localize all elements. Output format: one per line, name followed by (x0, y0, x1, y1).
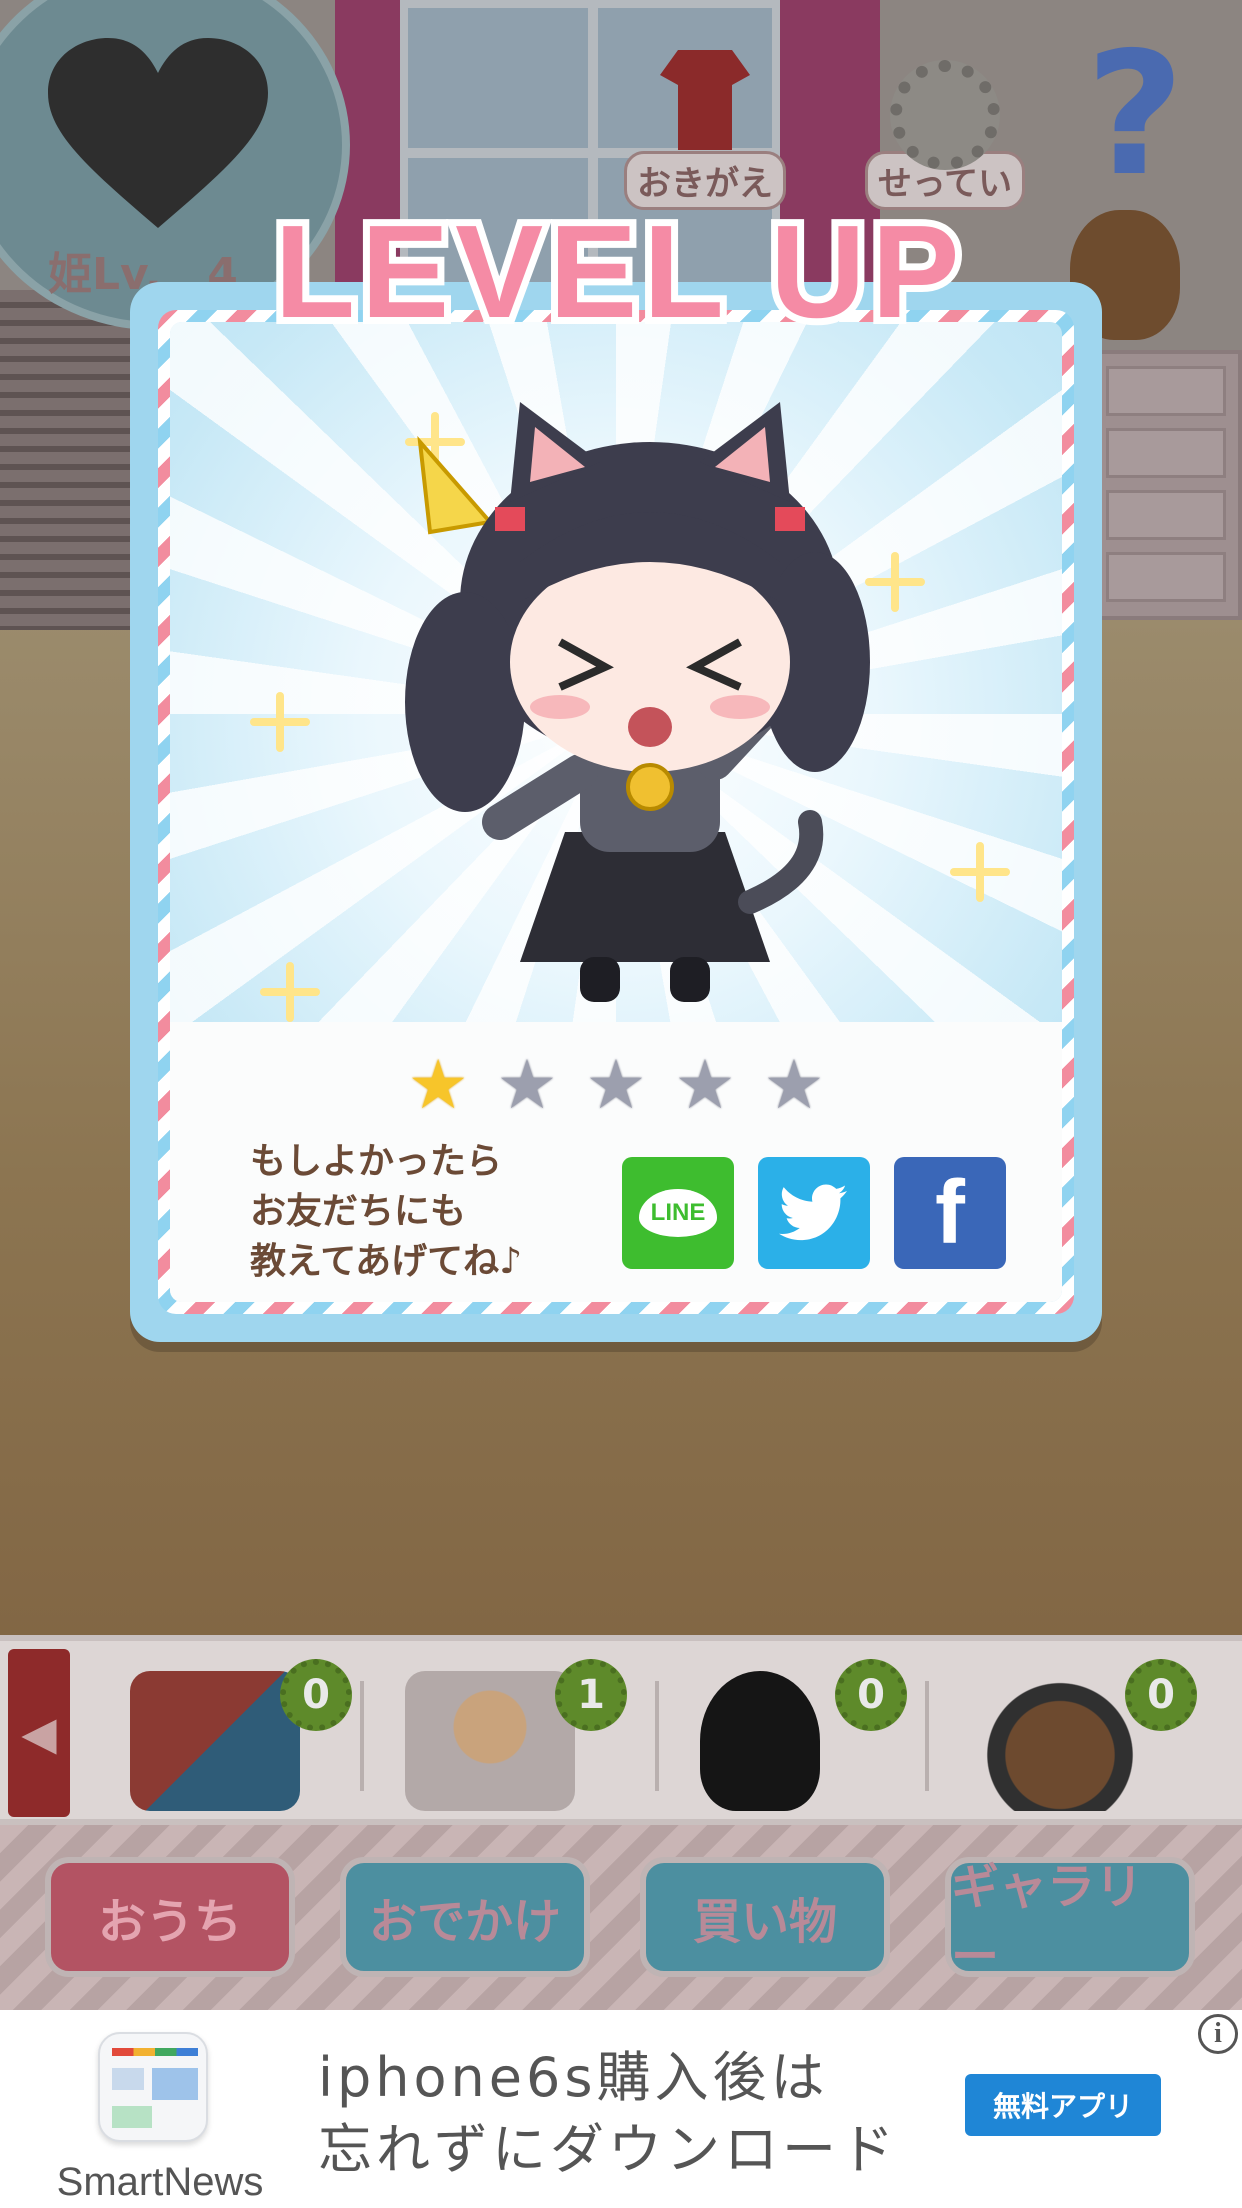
share-message: もしよかったら お友だちにも 教えてあげてね♪ (250, 1137, 590, 1287)
modal-card: ★ ★ ★ ★ ★ もしよかったら お友だちにも 教えてあげてね♪ LINE f (170, 322, 1062, 1302)
ad-headline: iphone6s購入後は 忘れずにダウンロード (318, 2042, 918, 2186)
levelup-title: LEVEL UP (267, 205, 966, 352)
icon-block (112, 2106, 152, 2128)
share-message-line: 教えてあげてね♪ (250, 1241, 523, 1282)
sparkle-icon (250, 692, 310, 752)
star-filled-icon: ★ (407, 1046, 469, 1125)
share-twitter-button[interactable] (758, 1157, 870, 1269)
sparkle-icon (260, 962, 320, 1022)
star-rating: ★ ★ ★ ★ ★ (170, 1052, 1062, 1120)
catgirl-character (405, 402, 870, 1002)
star-empty-icon: ★ (763, 1046, 825, 1125)
ad-banner[interactable]: SmartNews iphone6s購入後は 忘れずにダウンロード 無料アプリ … (0, 2010, 1242, 2208)
star-empty-icon: ★ (496, 1046, 558, 1125)
star-empty-icon: ★ (674, 1046, 736, 1125)
twitter-bird-icon (779, 1184, 847, 1241)
icon-color-stripe (112, 2048, 198, 2056)
smartnews-app-icon[interactable] (98, 2032, 208, 2142)
line-icon: LINE (638, 1189, 718, 1237)
ad-install-button[interactable]: 無料アプリ (965, 2074, 1161, 2136)
levelup-title-text: LEVEL UP (274, 205, 965, 345)
share-message-line: もしよかったら (250, 1141, 503, 1182)
sparkle-icon (950, 842, 1010, 902)
modal-border: ★ ★ ★ ★ ★ もしよかったら お友だちにも 教えてあげてね♪ LINE f (158, 310, 1074, 1314)
facebook-icon: f (935, 1162, 965, 1263)
ad-headline-line: iphone6s購入後は (318, 2046, 829, 2109)
icon-block (112, 2068, 144, 2090)
star-empty-icon: ★ (585, 1046, 647, 1125)
levelup-modal: ★ ★ ★ ★ ★ もしよかったら お友だちにも 教えてあげてね♪ LINE f (130, 282, 1102, 1342)
icon-block (152, 2068, 198, 2100)
ad-info-icon[interactable]: i (1198, 2014, 1238, 2054)
ad-brand-name: SmartNews (56, 2160, 264, 2204)
share-line-button[interactable]: LINE (622, 1157, 734, 1269)
share-message-line: お友だちにも (250, 1191, 467, 1232)
ad-headline-line: 忘れずにダウンロード (318, 2118, 898, 2181)
share-facebook-button[interactable]: f (894, 1157, 1006, 1269)
